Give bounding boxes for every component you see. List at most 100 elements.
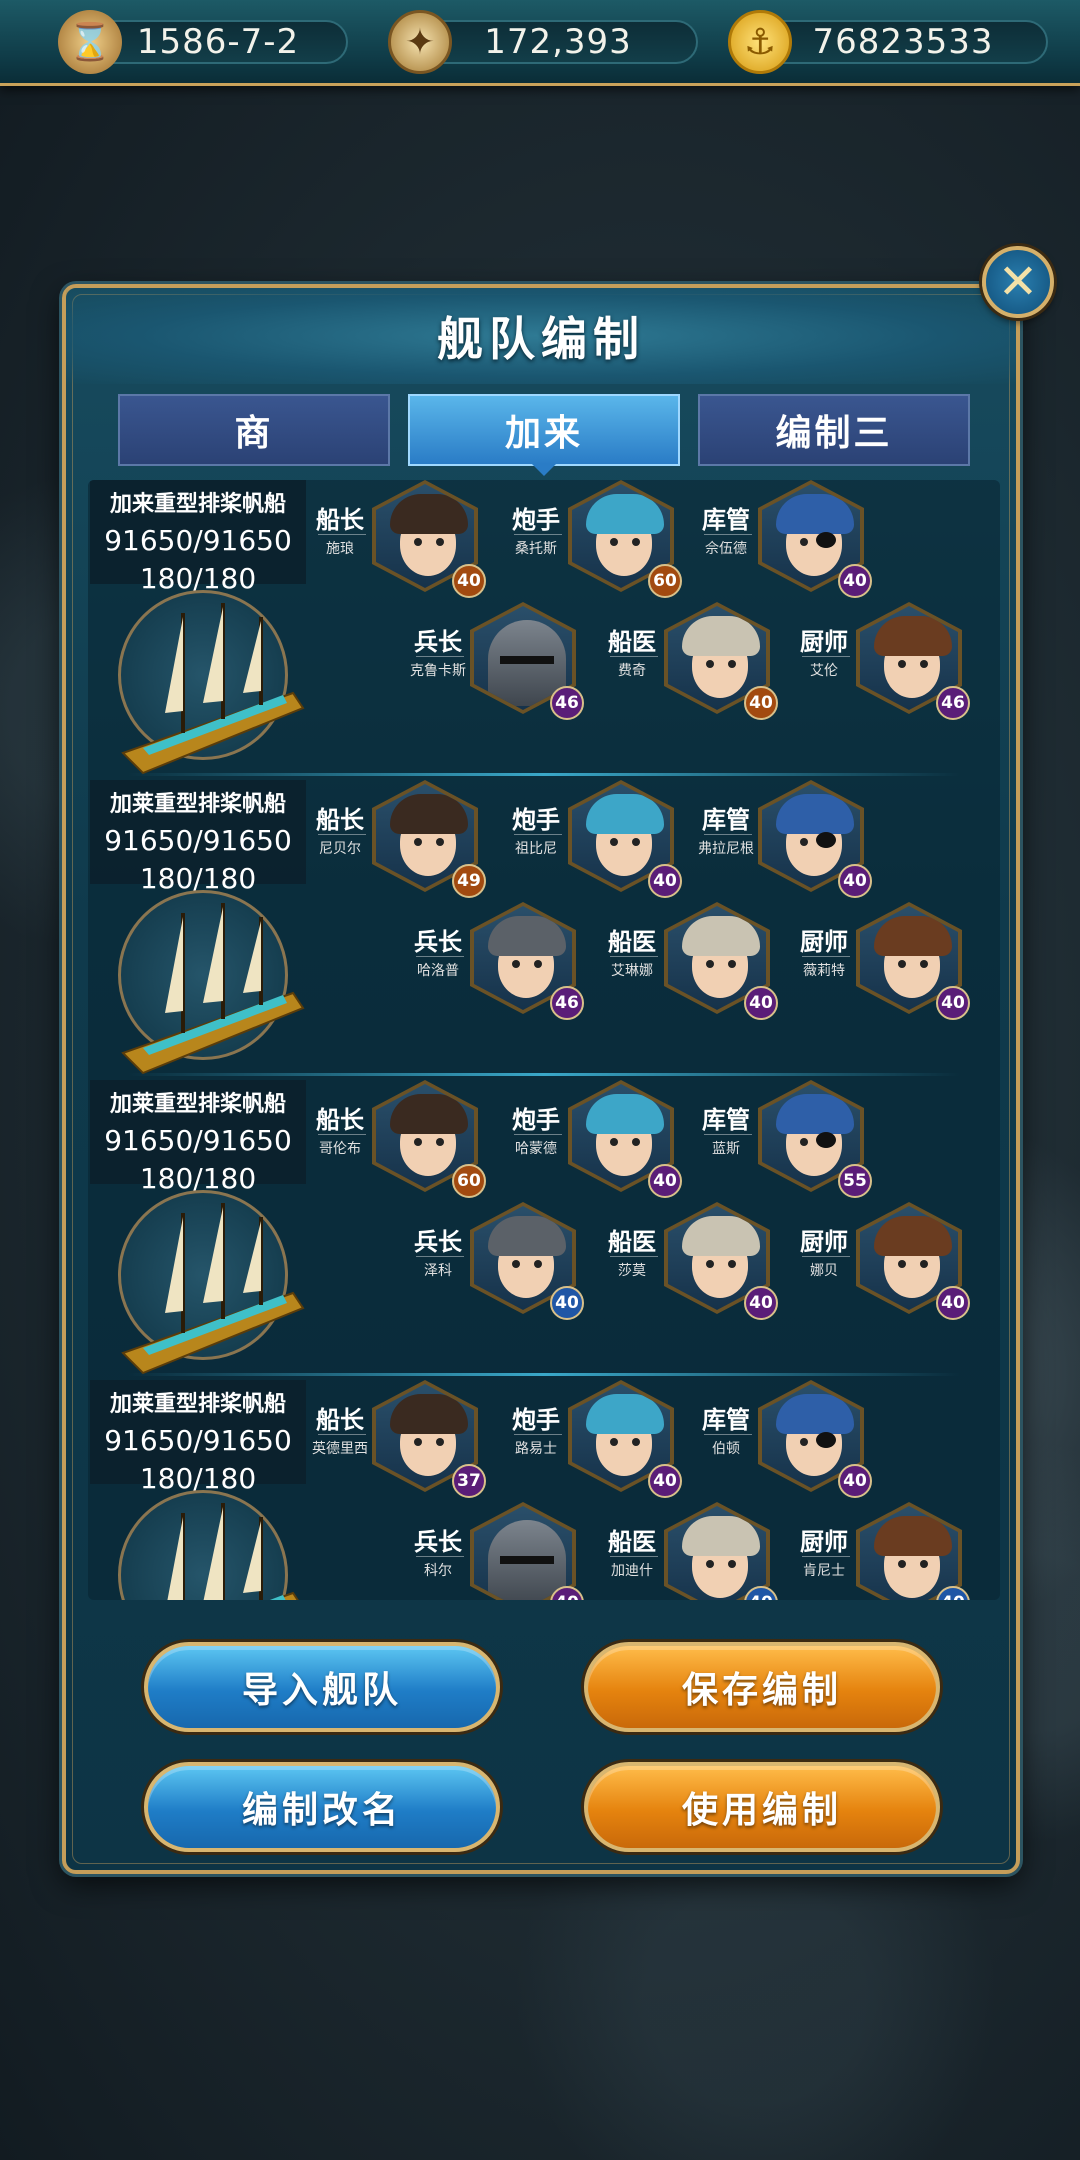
officer-slot-gunner[interactable]: 炮手 祖比尼 40: [506, 780, 706, 900]
hair: [874, 1516, 952, 1556]
level-badge: 40: [744, 986, 778, 1020]
officer-slot-cook[interactable]: 厨师肯尼士40: [794, 1502, 994, 1600]
ship-info: 加莱重型排桨帆船 91650/91650 180/180: [90, 1380, 306, 1495]
ship-name: 加来重型排桨帆船: [109, 492, 286, 517]
officer-slot-soldier[interactable]: 兵长 克鲁卡斯 46: [408, 602, 608, 722]
officer-portrait[interactable]: [856, 1502, 962, 1600]
ship-row[interactable]: 加莱重型排桨帆船 91650/91650 180/180 船长 英德里西 37 炮手 路易士 4…: [88, 1380, 1000, 1600]
officer-portrait[interactable]: [470, 1502, 576, 1600]
officer-role: 船长: [316, 1406, 364, 1434]
eye: [920, 1560, 928, 1568]
divider: [416, 956, 464, 957]
hair: [390, 494, 468, 534]
ship-image[interactable]: [118, 1190, 305, 1375]
hair: [586, 494, 664, 534]
officer-slot-doctor[interactable]: 船医加迪什40: [602, 1502, 802, 1600]
save-formation-button[interactable]: 保存编制: [584, 1642, 940, 1732]
eye: [436, 1138, 444, 1146]
officer-slot-storekeeper[interactable]: 库管 弗拉尼根 40: [696, 780, 896, 900]
compass-icon: ✦: [388, 10, 452, 74]
ship-durability: 91650/91650: [104, 824, 292, 857]
officer-slot-storekeeper[interactable]: 库管 佘伍德 40: [696, 480, 896, 600]
officer-slot-gunner[interactable]: 炮手 哈蒙德 40: [506, 1080, 706, 1200]
ship-row[interactable]: 加莱重型排桨帆船 91650/91650 180/180 船长 尼贝尔 49 炮手 祖比尼 40…: [88, 780, 1000, 1080]
officer-slot-doctor[interactable]: 船医 莎莫 40: [602, 1202, 802, 1322]
officer-slot-storekeeper[interactable]: 库管 蓝斯 55: [696, 1080, 896, 1200]
hair: [682, 916, 760, 956]
rename-formation-button[interactable]: 编制改名: [144, 1762, 500, 1852]
hair: [776, 494, 854, 534]
ship-durability: 91650/91650: [104, 1424, 292, 1457]
officer-slot-doctor[interactable]: 船医 费奇 40: [602, 602, 802, 722]
import-fleet-button[interactable]: 导入舰队: [144, 1642, 500, 1732]
officer-name: 费奇: [618, 663, 646, 679]
officer-role: 库管: [702, 806, 750, 834]
officer-portrait[interactable]: [664, 1502, 770, 1600]
officer-name: 伯顿: [712, 1441, 740, 1457]
hair: [874, 916, 952, 956]
eye: [512, 960, 520, 968]
level-badge: 40: [452, 564, 486, 598]
officer-slot-gunner[interactable]: 炮手 桑托斯 60: [506, 480, 706, 600]
hair: [390, 794, 468, 834]
hair: [776, 794, 854, 834]
close-button[interactable]: ✕: [982, 246, 1054, 318]
officer-slot-storekeeper[interactable]: 库管 伯顿 40: [696, 1380, 896, 1500]
eyepatch: [816, 1432, 836, 1448]
ship-image[interactable]: [118, 1490, 299, 1600]
eye: [512, 1260, 520, 1268]
officer-name: 哈洛普: [417, 963, 459, 979]
officer-slot-captain[interactable]: 船长 哥伦布 60: [310, 1080, 510, 1200]
officer-slot-captain[interactable]: 船长 英德里西 37: [310, 1380, 510, 1500]
officer-slot-soldier[interactable]: 兵长科尔40: [408, 1502, 608, 1600]
officer-name: 艾伦: [810, 663, 838, 679]
tab-formation-1[interactable]: 商: [118, 394, 390, 466]
hourglass-icon: ⌛: [58, 10, 122, 74]
officer-role: 兵长: [414, 1528, 462, 1556]
officer-name: 哥伦布: [319, 1141, 361, 1157]
officer-role: 库管: [702, 506, 750, 534]
eye: [800, 538, 808, 546]
level-badge: 60: [452, 1164, 486, 1198]
divider: [802, 656, 850, 657]
tab-formation-2[interactable]: 加来: [408, 394, 680, 466]
officer-name: 哈蒙德: [515, 1141, 557, 1157]
divider: [318, 534, 366, 535]
eye: [728, 1560, 736, 1568]
divider: [416, 1256, 464, 1257]
ship-info: 加莱重型排桨帆船 91650/91650 180/180: [90, 780, 306, 895]
ship-image[interactable]: [118, 590, 305, 775]
ship-row[interactable]: 加莱重型排桨帆船 91650/91650 180/180 船长 哥伦布 60 炮手 哈蒙德 40…: [88, 1080, 1000, 1380]
officer-role: 炮手: [512, 1406, 560, 1434]
eye: [436, 1438, 444, 1446]
hair: [776, 1094, 854, 1134]
officer-slot-soldier[interactable]: 兵长 泽科 40: [408, 1202, 608, 1322]
officer-slot-captain[interactable]: 船长 施琅 40: [310, 480, 510, 600]
panel-title: 舰队编制: [437, 312, 645, 366]
eye: [920, 1260, 928, 1268]
officer-slot-cook[interactable]: 厨师 薇莉特 40: [794, 902, 994, 1022]
ship-image[interactable]: [118, 890, 305, 1075]
officer-slot-cook[interactable]: 厨师 娜贝 40: [794, 1202, 994, 1322]
eye: [534, 960, 542, 968]
hair: [874, 1216, 952, 1256]
fleet-ship-list[interactable]: 加来重型排桨帆船 91650/91650 180/180 船长 施琅 40 炮手 桑托斯 60 库…: [88, 480, 1000, 1600]
officer-slot-soldier[interactable]: 兵长 哈洛普 46: [408, 902, 608, 1022]
ship-durability: 91650/91650: [104, 1124, 292, 1157]
hair: [682, 1516, 760, 1556]
use-formation-button[interactable]: 使用编制: [584, 1762, 940, 1852]
tab-formation-3[interactable]: 编制三: [698, 394, 970, 466]
hair: [874, 616, 952, 656]
divider: [802, 1556, 850, 1557]
hair: [682, 1216, 760, 1256]
eyepatch: [816, 1132, 836, 1148]
officer-slot-doctor[interactable]: 船医 艾琳娜 40: [602, 902, 802, 1022]
divider: [704, 834, 752, 835]
officer-name: 泽科: [424, 1263, 452, 1279]
ship-name: 加莱重型排桨帆船: [109, 792, 286, 817]
officer-slot-gunner[interactable]: 炮手 路易士 40: [506, 1380, 706, 1500]
officer-slot-cook[interactable]: 厨师 艾伦 46: [794, 602, 994, 722]
officer-slot-captain[interactable]: 船长 尼贝尔 49: [310, 780, 510, 900]
formation-tabs: 商 加来 编制三: [118, 394, 970, 466]
ship-row[interactable]: 加来重型排桨帆船 91650/91650 180/180 船长 施琅 40 炮手 桑托斯 60 库…: [88, 480, 1000, 780]
